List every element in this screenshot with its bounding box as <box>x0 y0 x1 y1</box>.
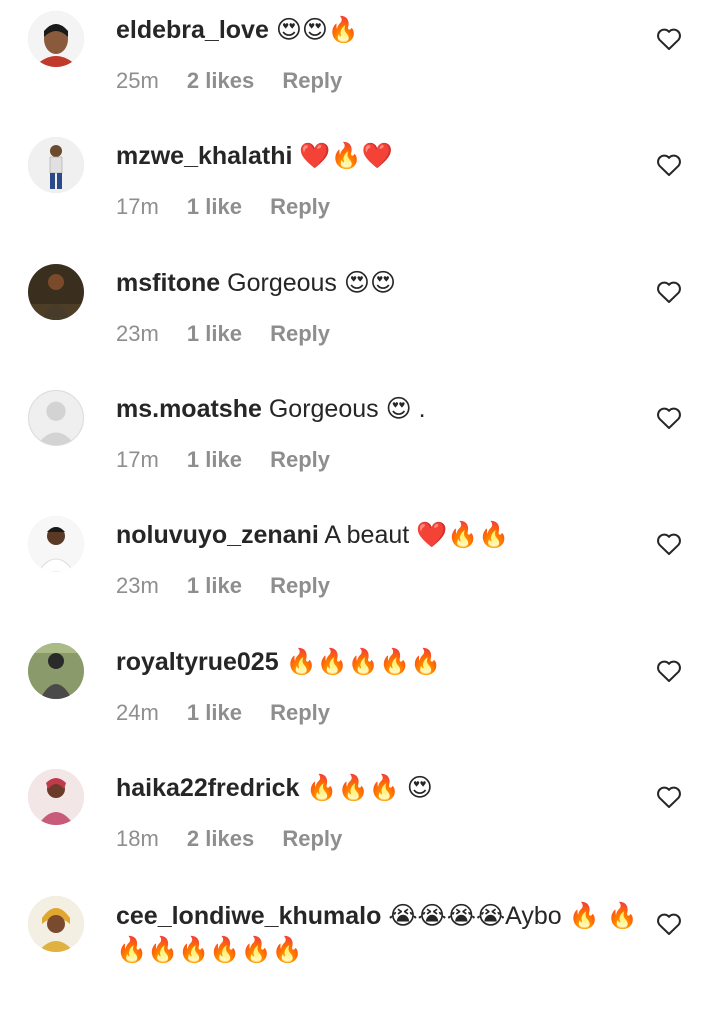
likes-count-link[interactable]: 1 like <box>187 573 242 598</box>
reply-button[interactable]: Reply <box>282 826 342 851</box>
heart-like-icon[interactable] <box>656 406 682 430</box>
timestamp: 23m <box>116 573 159 598</box>
comment-text-line: haika22fredrick 🔥🔥🔥 😍 <box>116 772 650 804</box>
heart-like-icon[interactable] <box>656 153 682 177</box>
comment-meta: 25m 2 likes Reply <box>116 68 342 94</box>
likes-count-link[interactable]: 1 like <box>187 194 242 219</box>
heart-like-icon[interactable] <box>656 912 682 936</box>
likes-count-link[interactable]: 1 like <box>187 700 242 725</box>
timestamp: 25m <box>116 68 159 93</box>
comment-body: 😍😍🔥 <box>275 16 360 44</box>
reply-button[interactable]: Reply <box>270 321 330 346</box>
likes-count-link[interactable]: 2 likes <box>187 68 254 93</box>
reply-button[interactable]: Reply <box>282 68 342 93</box>
comment-body: 🔥🔥🔥🔥🔥 <box>285 648 442 676</box>
avatar[interactable] <box>28 11 84 67</box>
reply-button[interactable]: Reply <box>270 447 330 472</box>
username-link[interactable]: haika22fredrick <box>116 774 299 802</box>
heart-like-icon[interactable] <box>656 659 682 683</box>
comment-meta: 17m 1 like Reply <box>116 447 330 473</box>
comment-text-line: cee_londiwe_khumalo 😭😭😭😭Aybo 🔥 🔥🔥🔥🔥🔥🔥🔥 <box>116 899 650 967</box>
comment-item: noluvuyo_zenani A beaut ❤️🔥🔥 23m 1 like … <box>0 505 720 631</box>
comment-text-line: eldebra_love 😍😍🔥 <box>116 14 650 46</box>
comment-text-line: noluvuyo_zenani A beaut ❤️🔥🔥 <box>116 519 650 551</box>
avatar[interactable] <box>28 137 84 193</box>
avatar[interactable] <box>28 516 84 572</box>
comment-text-line: royaltyrue025 🔥🔥🔥🔥🔥 <box>116 646 650 678</box>
username-link[interactable]: noluvuyo_zenani <box>116 521 319 549</box>
likes-count-link[interactable]: 2 likes <box>187 826 254 851</box>
comment-meta: 17m 1 like Reply <box>116 194 330 220</box>
comment-item: eldebra_love 😍😍🔥 25m 2 likes Reply <box>0 0 720 126</box>
comment-item: mzwe_khalathi ❤️🔥❤️ 17m 1 like Reply <box>0 126 720 252</box>
avatar[interactable] <box>28 769 84 825</box>
comment-text-line: ms.moatshe Gorgeous 😍 . <box>116 393 650 425</box>
comment-body: Gorgeous 😍 . <box>268 395 426 423</box>
username-link[interactable]: royaltyrue025 <box>116 648 279 676</box>
timestamp: 24m <box>116 700 159 725</box>
reply-button[interactable]: Reply <box>270 194 330 219</box>
timestamp: 23m <box>116 321 159 346</box>
comment-body: A beaut ❤️🔥🔥 <box>324 521 510 549</box>
timestamp: 17m <box>116 194 159 219</box>
comment-body: Gorgeous 😍😍 <box>227 269 397 297</box>
timestamp: 18m <box>116 826 159 851</box>
timestamp: 17m <box>116 447 159 472</box>
comment-meta: 23m 1 like Reply <box>116 573 330 599</box>
comment-body: ❤️🔥❤️ <box>299 142 393 170</box>
comment-meta: 24m 1 like Reply <box>116 700 330 726</box>
comment-meta: 18m 2 likes Reply <box>116 826 342 852</box>
comment-item: msfitone Gorgeous 😍😍 23m 1 like Reply <box>0 253 720 379</box>
comment-meta: 23m 1 like Reply <box>116 321 330 347</box>
heart-like-icon[interactable] <box>656 532 682 556</box>
username-link[interactable]: ms.moatshe <box>116 395 262 423</box>
reply-button[interactable]: Reply <box>270 700 330 725</box>
username-link[interactable]: eldebra_love <box>116 16 269 44</box>
comment-item: cee_londiwe_khumalo 😭😭😭😭Aybo 🔥 🔥🔥🔥🔥🔥🔥🔥 <box>0 885 720 1011</box>
likes-count-link[interactable]: 1 like <box>187 321 242 346</box>
username-link[interactable]: mzwe_khalathi <box>116 142 292 170</box>
avatar[interactable] <box>28 390 84 446</box>
comment-item: royaltyrue025 🔥🔥🔥🔥🔥 24m 1 like Reply <box>0 632 720 758</box>
heart-like-icon[interactable] <box>656 280 682 304</box>
avatar[interactable] <box>28 643 84 699</box>
heart-like-icon[interactable] <box>656 785 682 809</box>
username-link[interactable]: cee_londiwe_khumalo <box>116 902 381 930</box>
comment-text-line: msfitone Gorgeous 😍😍 <box>116 267 650 299</box>
username-link[interactable]: msfitone <box>116 269 220 297</box>
avatar[interactable] <box>28 896 84 952</box>
reply-button[interactable]: Reply <box>270 573 330 598</box>
comment-item: haika22fredrick 🔥🔥🔥 😍 18m 2 likes Reply <box>0 758 720 884</box>
comment-body: 🔥🔥🔥 😍 <box>306 774 433 802</box>
comment-item: ms.moatshe Gorgeous 😍 . 17m 1 like Reply <box>0 379 720 505</box>
comment-text-line: mzwe_khalathi ❤️🔥❤️ <box>116 140 650 172</box>
likes-count-link[interactable]: 1 like <box>187 447 242 472</box>
avatar[interactable] <box>28 264 84 320</box>
heart-like-icon[interactable] <box>656 27 682 51</box>
